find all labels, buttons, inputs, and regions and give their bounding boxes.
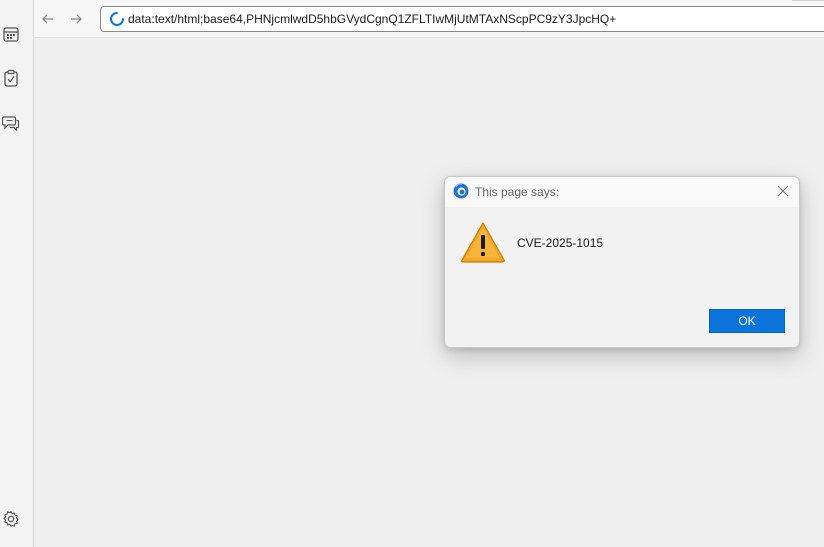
sidebar	[0, 0, 34, 547]
chat-bubbles-icon[interactable]	[0, 112, 22, 134]
gear-icon[interactable]	[0, 508, 22, 530]
address-url[interactable]: data:text/html;base64,PHNjcmlwdD5hbGVydC…	[128, 12, 616, 26]
ok-button[interactable]: OK	[709, 309, 785, 333]
browser-logo-icon	[453, 183, 469, 199]
dialog-header: This page says:	[445, 177, 799, 207]
arrow-left-icon	[42, 14, 53, 24]
toolbar: data:text/html;base64,PHNjcmlwdD5hbGVydC…	[34, 0, 824, 38]
forward-button[interactable]	[65, 8, 87, 30]
back-button[interactable]	[37, 8, 59, 30]
clipboard-check-icon[interactable]	[0, 67, 22, 89]
calendar-icon[interactable]	[0, 23, 22, 45]
close-button[interactable]	[775, 183, 791, 199]
close-icon	[777, 185, 789, 197]
arrow-right-icon	[71, 14, 82, 24]
address-bar[interactable]: data:text/html;base64,PHNjcmlwdD5hbGVydC…	[100, 6, 824, 32]
tab-strip-edge	[792, 0, 824, 3]
alert-dialog: This page says: CVE-2025-1015 OK	[444, 176, 800, 348]
dialog-title: This page says:	[475, 185, 560, 199]
dialog-message: CVE-2025-1015	[517, 236, 604, 250]
warning-icon	[461, 222, 505, 263]
loading-spinner-icon	[109, 11, 125, 27]
